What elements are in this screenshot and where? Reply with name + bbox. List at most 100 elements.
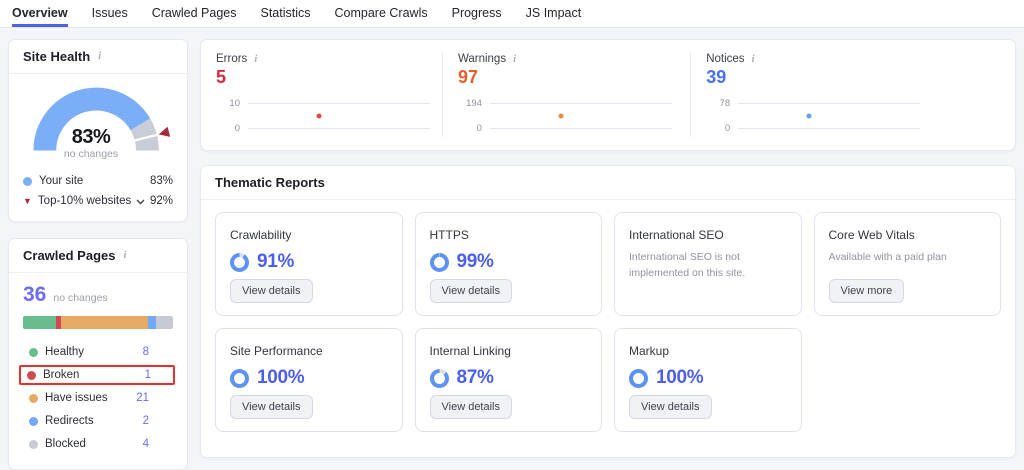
report-title: HTTPS (430, 228, 588, 242)
report-description: Available with a paid plan (829, 250, 987, 266)
site-audit-overview-page: Overview Issues Crawled Pages Statistics… (0, 0, 1024, 465)
legend-label: Blocked (45, 438, 86, 450)
legend-count-link[interactable]: 4 (143, 438, 149, 450)
tab-statistics[interactable]: Statistics (261, 0, 311, 27)
axis-tick: 194 (458, 98, 482, 109)
tab-js-impact[interactable]: JS Impact (526, 0, 582, 27)
info-icon[interactable]: i (252, 54, 259, 65)
tab-compare-crawls[interactable]: Compare Crawls (335, 0, 428, 27)
gray-dot-icon (29, 440, 38, 449)
axis-tick: 0 (458, 123, 482, 134)
crawled-pages-card: Crawled Pages i 36 no changes (8, 238, 188, 470)
report-title: International SEO (629, 228, 787, 242)
crawled-pages-title: Crawled Pages (23, 248, 116, 263)
report-percent: 100% (656, 367, 703, 389)
site-health-gauge: 83% no changes (23, 80, 175, 162)
tab-overview[interactable]: Overview (12, 0, 68, 27)
tab-issues[interactable]: Issues (92, 0, 128, 27)
legend-item-your-site: Your site 83% (23, 171, 173, 191)
info-icon[interactable]: i (511, 54, 518, 65)
metric-label: Warnings (458, 53, 506, 65)
bar-segment-healthy (23, 316, 56, 329)
metric-value: 5 (216, 67, 442, 88)
legend-label: Redirects (45, 415, 94, 427)
report-card-https: HTTPS 99% View details (415, 212, 603, 316)
report-card-internal-linking: Internal Linking 87% View details (415, 328, 603, 432)
legend-item-top10-websites[interactable]: ▼ Top-10% websites 92% (23, 191, 173, 211)
tab-progress[interactable]: Progress (452, 0, 502, 27)
progress-ring-icon (430, 369, 449, 388)
axis-tick: 78 (706, 98, 730, 109)
progress-ring-icon (230, 253, 249, 272)
crawled-pages-change: no changes (53, 292, 107, 304)
gridline (490, 103, 672, 104)
report-title: Site Performance (230, 344, 388, 358)
site-health-change: no changes (23, 148, 159, 160)
report-percent: 91% (257, 251, 294, 273)
info-icon[interactable]: i (122, 250, 129, 261)
legend-label: Healthy (45, 346, 84, 358)
view-details-button[interactable]: View details (629, 395, 712, 419)
thematic-reports-card: Thematic Reports Crawlability 91% View d… (200, 165, 1016, 458)
crawled-pages-total: 36 (23, 283, 46, 307)
info-icon[interactable]: i (750, 54, 757, 65)
gridline (248, 103, 430, 104)
legend-count-link[interactable]: 1 (145, 369, 151, 381)
chevron-down-icon[interactable] (136, 199, 145, 205)
legend-item-healthy: Healthy 8 (23, 342, 173, 362)
crawled-pages-stacked-bar (23, 316, 173, 329)
view-more-button[interactable]: View more (829, 279, 905, 303)
issues-summary-card: Errors i 5 10 0 Warnings i 97 (200, 39, 1016, 151)
info-icon[interactable]: i (96, 51, 103, 62)
thematic-reports-title: Thematic Reports (215, 175, 325, 190)
triangle-down-icon: ▼ (23, 197, 32, 206)
legend-count-link[interactable]: 21 (136, 392, 149, 404)
gridline (738, 103, 920, 104)
metric-trend-chart: 78 0 (706, 97, 920, 134)
legend-item-have-issues: Have issues 21 (23, 388, 173, 408)
report-percent: 87% (457, 367, 494, 389)
metric-notices: Notices i 39 78 0 (690, 53, 1015, 137)
site-health-card: Site Health i 83% no changes (8, 39, 188, 222)
data-point-dot (316, 113, 321, 118)
red-dot-icon (27, 371, 36, 380)
legend-item-broken: Broken 1 (19, 365, 175, 385)
blue-dot-icon (23, 177, 32, 186)
legend-value: 92% (150, 195, 173, 207)
data-point-dot (806, 113, 811, 118)
legend-count-link[interactable]: 8 (143, 346, 149, 358)
tab-crawled-pages[interactable]: Crawled Pages (152, 0, 237, 27)
view-details-button[interactable]: View details (230, 395, 313, 419)
legend-item-blocked: Blocked 4 (23, 434, 173, 454)
orange-dot-icon (29, 394, 38, 403)
bar-segment-redirects (148, 316, 156, 329)
legend-label: Broken (43, 369, 79, 381)
report-card-site-performance: Site Performance 100% View details (215, 328, 403, 432)
view-details-button[interactable]: View details (430, 279, 513, 303)
metric-label: Notices (706, 53, 744, 65)
axis-tick: 0 (706, 123, 730, 134)
view-details-button[interactable]: View details (230, 279, 313, 303)
gridline (490, 128, 672, 129)
progress-ring-icon (430, 253, 449, 272)
report-description: International SEO is not implemented on … (629, 250, 787, 282)
progress-ring-icon (230, 369, 249, 388)
crawled-pages-legend: Healthy 8 Broken 1 Have issues 21 (23, 342, 173, 454)
bar-segment-blocked (156, 316, 173, 329)
green-dot-icon (29, 348, 38, 357)
report-title: Markup (629, 344, 787, 358)
legend-count-link[interactable]: 2 (143, 415, 149, 427)
axis-tick: 10 (216, 98, 240, 109)
progress-ring-icon (629, 369, 648, 388)
report-card-international-seo: International SEO International SEO is n… (614, 212, 802, 316)
report-percent: 99% (457, 251, 494, 273)
report-title: Core Web Vitals (829, 228, 987, 242)
metric-trend-chart: 194 0 (458, 97, 672, 134)
report-card-markup: Markup 100% View details (614, 328, 802, 432)
metric-value: 39 (706, 67, 1015, 88)
legend-label: Your site (39, 175, 83, 187)
legend-item-redirects: Redirects 2 (23, 411, 173, 431)
view-details-button[interactable]: View details (430, 395, 513, 419)
legend-label: Top-10% websites (38, 195, 131, 207)
axis-tick: 0 (216, 123, 240, 134)
